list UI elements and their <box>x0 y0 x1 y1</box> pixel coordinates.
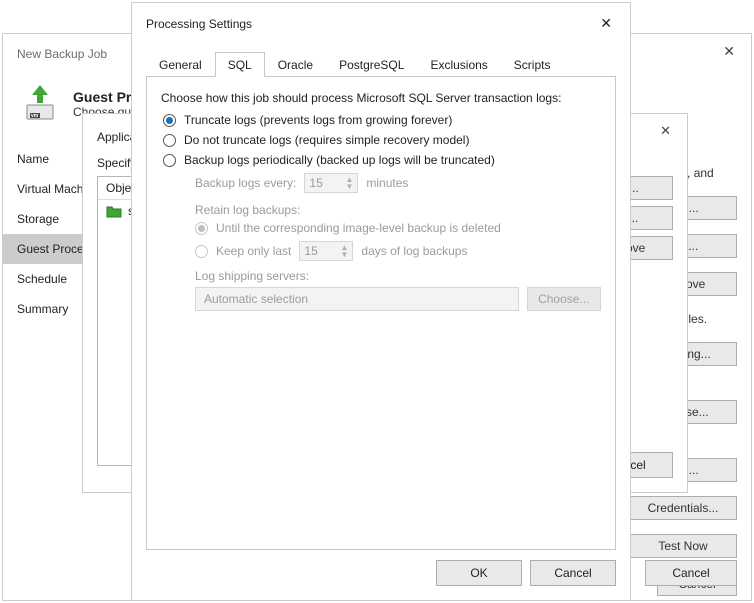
radio-label: Do not truncate logs (requires simple re… <box>184 133 469 147</box>
spinner-arrows-icon: ▲▼ <box>340 244 348 258</box>
tab-general[interactable]: General <box>146 52 215 77</box>
tab-strip: General SQL Oracle PostgreSQL Exclusions… <box>146 51 616 77</box>
radio-truncate-logs[interactable]: Truncate logs (prevents logs from growin… <box>163 113 601 127</box>
spinner-arrows-icon: ▲▼ <box>345 176 353 190</box>
processing-settings-dialog: Processing Settings ✕ General SQL Oracle… <box>131 2 631 601</box>
cancel-button[interactable]: Cancel <box>530 560 616 586</box>
log-shipping-input: Automatic selection <box>195 287 519 311</box>
tab-oracle[interactable]: Oracle <box>265 52 326 77</box>
ok-button[interactable]: OK <box>436 560 522 586</box>
choose-log-shipping-button: Choose... <box>527 287 601 311</box>
close-icon[interactable]: ✕ <box>715 40 743 63</box>
cancel-button[interactable]: Cancel <box>645 560 737 586</box>
tab-exclusions[interactable]: Exclusions <box>417 52 500 77</box>
test-now-button[interactable]: Test Now <box>629 534 737 558</box>
radio-label-post: days of log backups <box>361 244 467 258</box>
credentials-button[interactable]: Credentials... <box>629 496 737 520</box>
radio-icon <box>163 154 176 167</box>
backup-vm-icon: vm <box>19 83 61 125</box>
retain-label: Retain log backups: <box>195 203 601 217</box>
radio-do-not-truncate[interactable]: Do not truncate logs (requires simple re… <box>163 133 601 147</box>
backup-logs-every-row: Backup logs every: 15 ▲▼ minutes <box>195 173 601 193</box>
radio-label: Until the corresponding image-level back… <box>216 221 501 235</box>
radio-label: Truncate logs (prevents logs from growin… <box>184 113 452 127</box>
log-shipping-value: Automatic selection <box>204 292 308 306</box>
radio-icon <box>163 134 176 147</box>
tab-sql[interactable]: SQL <box>215 52 265 77</box>
radio-icon <box>195 222 208 235</box>
radio-backup-periodically[interactable]: Backup logs periodically (backed up logs… <box>163 153 601 167</box>
sql-intro-text: Choose how this job should process Micro… <box>161 91 601 105</box>
radio-retain-keep-only-last: Keep only last 15 ▲▼ days of log backups <box>195 241 601 261</box>
keep-days-spinner: 15 ▲▼ <box>299 241 353 261</box>
spinner-value: 15 <box>309 176 322 190</box>
backup-every-spinner: 15 ▲▼ <box>304 173 358 193</box>
log-shipping-label: Log shipping servers: <box>195 269 601 283</box>
backup-every-unit: minutes <box>366 176 408 190</box>
vm-folder-icon <box>106 204 122 218</box>
tab-scripts[interactable]: Scripts <box>501 52 564 77</box>
radio-icon <box>163 114 176 127</box>
svg-text:vm: vm <box>31 113 39 119</box>
radio-retain-until-backup-deleted: Until the corresponding image-level back… <box>195 221 601 235</box>
tab-postgresql[interactable]: PostgreSQL <box>326 52 417 77</box>
spinner-value: 15 <box>304 244 317 258</box>
backup-every-label: Backup logs every: <box>195 176 296 190</box>
radio-icon <box>195 245 208 258</box>
close-icon[interactable]: ✕ <box>652 120 679 142</box>
close-icon[interactable]: ✕ <box>592 13 620 34</box>
radio-label-pre: Keep only last <box>216 244 291 258</box>
dialog-title: Processing Settings <box>146 17 252 31</box>
dialog-bottom-buttons: OK Cancel <box>436 560 616 586</box>
radio-label: Backup logs periodically (backed up logs… <box>184 153 495 167</box>
tab-body: Choose how this job should process Micro… <box>146 77 616 550</box>
outer-window-title: New Backup Job <box>17 47 107 61</box>
